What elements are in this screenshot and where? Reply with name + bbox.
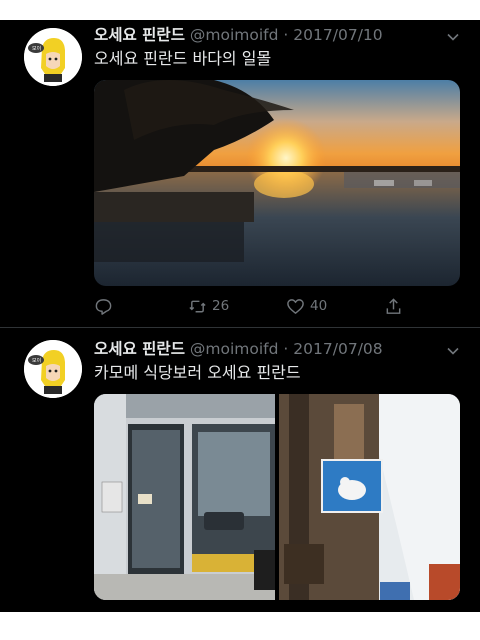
header-separator: · xyxy=(283,26,289,44)
tweet-date[interactable]: 2017/07/10 xyxy=(293,26,382,44)
svg-text:모이: 모이 xyxy=(32,45,41,52)
tweet-actions: 26 40 xyxy=(94,294,460,318)
retweet-icon xyxy=(189,300,206,312)
tweet-header: 오세요 핀란드 @moimoifd · 2017/07/08 xyxy=(94,336,430,362)
avatar[interactable]: 모이 xyxy=(24,28,82,86)
tweet-image-storefront[interactable] xyxy=(94,394,275,600)
header-separator: · xyxy=(283,340,289,358)
like-count: 40 xyxy=(310,298,328,314)
share-icon xyxy=(386,297,401,314)
tweet[interactable]: 모이 오세요 핀란드 @moimoifd · 2017/07/08 카모메 식당… xyxy=(0,328,480,612)
tweet-image-sunset[interactable] xyxy=(94,80,460,286)
retweet-count: 26 xyxy=(212,298,230,314)
tweet-date[interactable]: 2017/07/08 xyxy=(293,340,382,358)
tweet-feed[interactable]: 모이 오세요 핀란드 @moimoifd · 2017/07/10 오세요 핀란… xyxy=(0,20,480,612)
retweet-button[interactable]: 26 xyxy=(188,294,229,318)
username-handle[interactable]: @moimoifd xyxy=(190,26,279,44)
reply-button[interactable] xyxy=(94,294,118,318)
share-button[interactable] xyxy=(384,294,403,318)
display-name[interactable]: 오세요 핀란드 xyxy=(94,26,185,44)
tweet-header: 오세요 핀란드 @moimoifd · 2017/07/10 xyxy=(94,22,430,48)
tweet-text: 오세요 핀란드 바다의 일몰 xyxy=(94,49,272,68)
tweet-image-sign[interactable] xyxy=(279,394,460,600)
username-handle[interactable]: @moimoifd xyxy=(190,340,279,358)
reply-icon xyxy=(95,298,112,315)
avatar[interactable]: 모이 xyxy=(24,340,82,398)
chevron-down-icon[interactable] xyxy=(446,344,460,358)
tweet-media-grid xyxy=(94,394,460,600)
heart-icon xyxy=(287,298,304,314)
svg-text:모이: 모이 xyxy=(32,357,41,364)
display-name[interactable]: 오세요 핀란드 xyxy=(94,340,185,358)
like-button[interactable]: 40 xyxy=(286,294,327,318)
chevron-down-icon[interactable] xyxy=(446,30,460,44)
tweet-text: 카모메 식당보러 오세요 핀란드 xyxy=(94,363,301,382)
tweet[interactable]: 모이 오세요 핀란드 @moimoifd · 2017/07/10 오세요 핀란… xyxy=(0,20,480,326)
